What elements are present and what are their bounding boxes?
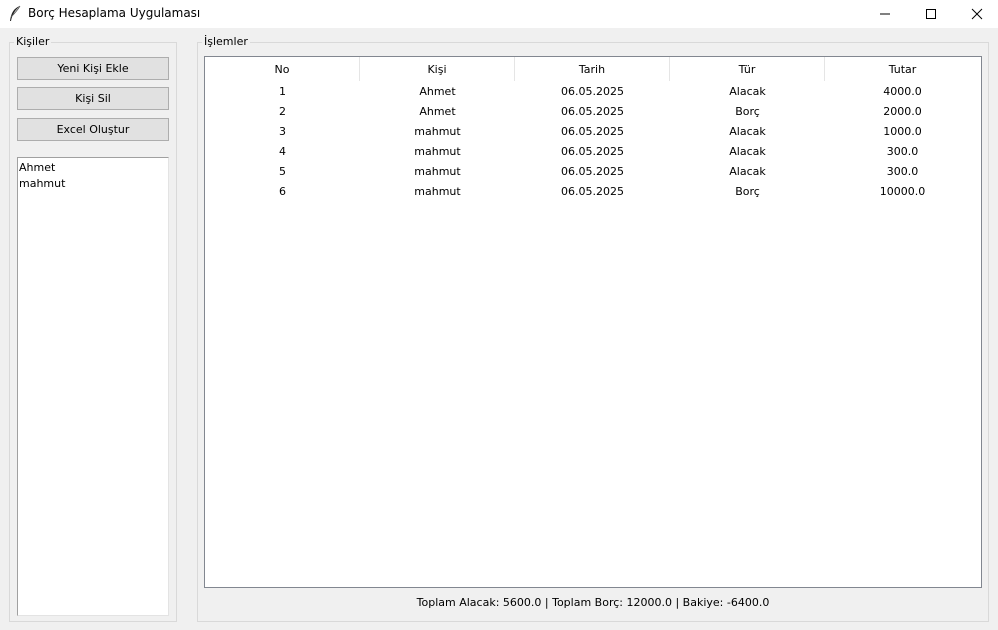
cell-amount: 1000.0 bbox=[883, 124, 922, 138]
cell-amount: 2000.0 bbox=[883, 104, 922, 118]
cell-person: mahmut bbox=[414, 164, 461, 178]
column-header-date[interactable]: Tarih bbox=[515, 57, 670, 81]
summary-label: Toplam Alacak: 5600.0 | Toplam Borç: 120… bbox=[416, 596, 770, 609]
cell-type: Alacak bbox=[729, 84, 766, 98]
cell-person: Ahmet bbox=[419, 84, 456, 98]
cell-amount: 4000.0 bbox=[883, 84, 922, 98]
persons-group-title: Kişiler bbox=[14, 35, 52, 49]
cell-date: 06.05.2025 bbox=[561, 184, 624, 198]
column-header-type[interactable]: Tür bbox=[670, 57, 825, 81]
cell-date: 06.05.2025 bbox=[561, 164, 624, 178]
create-excel-button[interactable]: Excel Oluştur bbox=[17, 118, 169, 141]
minimize-icon bbox=[880, 13, 890, 15]
persons-listbox[interactable]: Ahmet mahmut bbox=[17, 157, 169, 616]
cell-person: Ahmet bbox=[419, 104, 456, 118]
cell-type: Borç bbox=[735, 104, 760, 118]
close-button[interactable] bbox=[954, 0, 998, 28]
list-item[interactable]: mahmut bbox=[19, 176, 168, 192]
cell-person: mahmut bbox=[414, 184, 461, 198]
table-row[interactable]: 4 mahmut 06.05.2025 Alacak 300.0 bbox=[205, 141, 981, 161]
add-person-button[interactable]: Yeni Kişi Ekle bbox=[17, 57, 169, 80]
close-icon bbox=[971, 8, 983, 20]
cell-no: 4 bbox=[279, 144, 286, 158]
table-header: No Kişi Tarih Tür Tutar bbox=[205, 57, 981, 81]
table-row[interactable]: 3 mahmut 06.05.2025 Alacak 1000.0 bbox=[205, 121, 981, 141]
cell-date: 06.05.2025 bbox=[561, 124, 624, 138]
operations-group-title: İşlemler bbox=[202, 35, 250, 49]
cell-amount: 300.0 bbox=[886, 144, 919, 158]
cell-date: 06.05.2025 bbox=[561, 144, 624, 158]
cell-amount: 300.0 bbox=[886, 164, 919, 178]
cell-no: 3 bbox=[279, 124, 286, 138]
feather-icon bbox=[8, 5, 22, 23]
table-row[interactable]: 2 Ahmet 06.05.2025 Borç 2000.0 bbox=[205, 101, 981, 121]
cell-type: Alacak bbox=[729, 124, 766, 138]
cell-type: Alacak bbox=[729, 144, 766, 158]
cell-no: 1 bbox=[279, 84, 286, 98]
column-header-no[interactable]: No bbox=[205, 57, 360, 81]
app-window: Borç Hesaplama Uygulaması Kişiler Yeni K… bbox=[0, 0, 998, 630]
table-row[interactable]: 5 mahmut 06.05.2025 Alacak 300.0 bbox=[205, 161, 981, 181]
table-row[interactable]: 6 mahmut 06.05.2025 Borç 10000.0 bbox=[205, 181, 981, 201]
cell-person: mahmut bbox=[414, 144, 461, 158]
operations-table[interactable]: No Kişi Tarih Tür Tutar 1 Ahmet 06.05.20… bbox=[204, 56, 982, 588]
cell-date: 06.05.2025 bbox=[561, 104, 624, 118]
maximize-button[interactable] bbox=[908, 0, 954, 28]
cell-no: 6 bbox=[279, 184, 286, 198]
delete-person-button[interactable]: Kişi Sil bbox=[17, 87, 169, 110]
cell-amount: 10000.0 bbox=[879, 184, 926, 198]
maximize-icon bbox=[926, 9, 936, 19]
cell-person: mahmut bbox=[414, 124, 461, 138]
title-bar: Borç Hesaplama Uygulaması bbox=[0, 0, 998, 28]
cell-type: Borç bbox=[735, 184, 760, 198]
list-item[interactable]: Ahmet bbox=[19, 160, 168, 176]
cell-type: Alacak bbox=[729, 164, 766, 178]
window-title: Borç Hesaplama Uygulaması bbox=[28, 6, 201, 20]
column-header-amount[interactable]: Tutar bbox=[825, 57, 980, 81]
cell-date: 06.05.2025 bbox=[561, 84, 624, 98]
cell-no: 2 bbox=[279, 104, 286, 118]
minimize-button[interactable] bbox=[862, 0, 908, 28]
cell-no: 5 bbox=[279, 164, 286, 178]
table-row[interactable]: 1 Ahmet 06.05.2025 Alacak 4000.0 bbox=[205, 81, 981, 101]
column-header-person[interactable]: Kişi bbox=[360, 57, 515, 81]
